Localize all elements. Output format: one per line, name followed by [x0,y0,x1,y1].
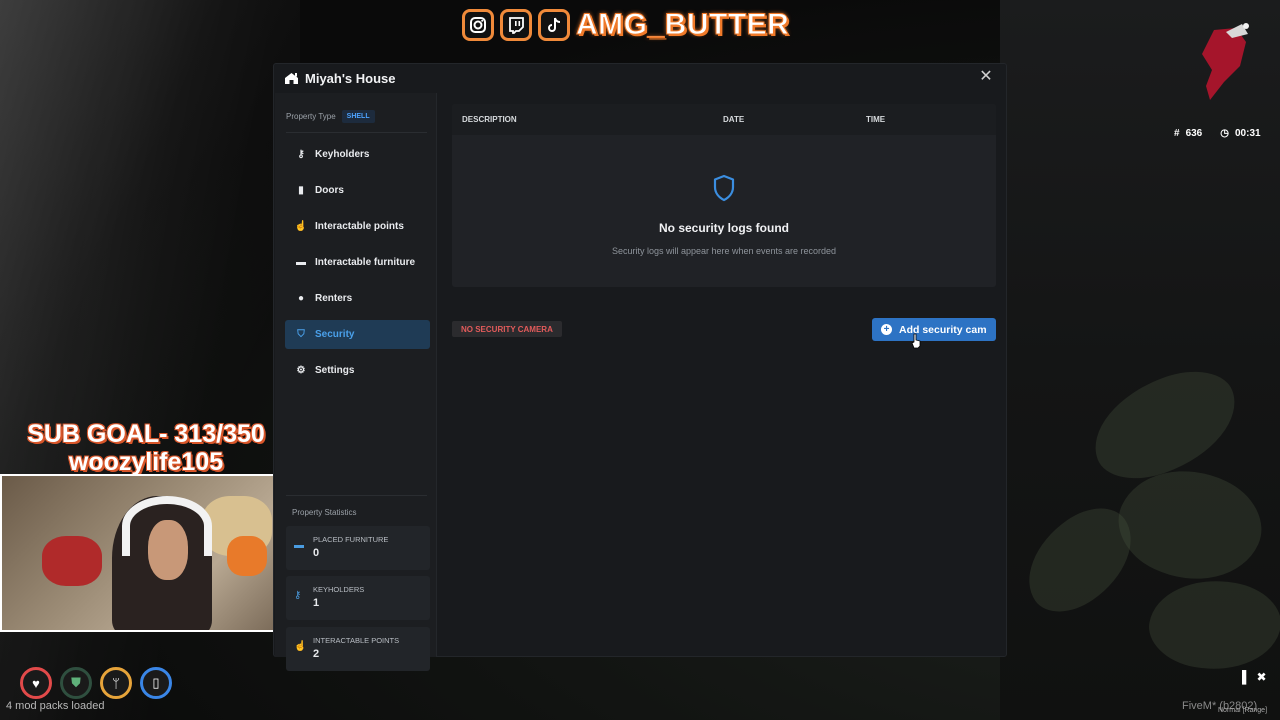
player-vitals: ♥ ⛊ ᛘ ▯ [20,667,172,699]
webcam-pillow [227,536,267,576]
property-type-badge: SHELL [341,110,375,123]
webcam-headset [122,496,212,556]
property-modal: Miyah's House ✕ Property Type SHELL ⚷ Ke… [273,63,1007,671]
column-header-time: TIME [866,115,886,124]
hand-pointer-icon: ☝ [294,221,308,232]
sidebar-divider [286,132,427,133]
twitch-icon [500,9,532,41]
stat-value: 1 [313,597,320,609]
fork-knife-icon: ᛘ [100,667,132,699]
stat-label: PLACED FURNITURE [313,535,389,544]
sidebar-item-label: Security [315,329,355,340]
stat-label: INTERACTABLE POINTS [313,636,400,645]
heart-icon: ♥ [20,667,52,699]
stat-placed-furniture: ▬ PLACED FURNITURE 0 [286,526,430,570]
column-header-description: DESCRIPTION [462,115,517,124]
property-sidebar: Property Type SHELL ⚷ Keyholders ▮ Doors… [275,93,437,671]
property-type-label: Property Type [286,112,336,121]
sidebar-item-interactable-points[interactable]: ☝ Interactable points [285,212,430,241]
close-icon[interactable]: ✕ [978,69,994,85]
sidebar-item-keyholders[interactable]: ⚷ Keyholders [285,140,430,169]
latest-subscriber: woozylife105 [68,448,224,476]
mic-muted-icon: ✖ [1256,670,1267,684]
stat-label: KEYHOLDERS [313,585,365,594]
couch-icon: ▬ [296,257,306,268]
empty-state-subtitle: Security logs will appear here when even… [611,246,837,256]
modal-title: Miyah's House [305,70,396,86]
hash-icon: # [1174,128,1180,139]
player-id-counter: #636 [1174,128,1202,139]
voice-mode: Normal [Range] [1218,707,1268,714]
plus-circle-icon: + [881,324,892,335]
sidebar-item-label: Renters [315,293,353,304]
social-handle: AMG_BUTTER [575,8,790,42]
mod-packs-status: 4 mod packs loaded [6,700,105,712]
clock-value: 00:31 [1234,128,1261,139]
sidebar-divider [286,495,427,496]
empty-state-title: No security logs found [658,221,789,235]
ornament-decoration [1196,20,1256,104]
hud-counters: #636 ◷ 00:31 [1174,128,1261,139]
house-icon [285,72,298,84]
sidebar-item-interactable-furniture[interactable]: ▬ Interactable furniture [285,248,430,277]
stat-value: 0 [313,547,320,559]
stat-value: 2 [313,648,320,660]
couch-icon: ▬ [294,540,304,551]
voice-bar-icon: ▌ [1242,670,1251,684]
player-id-value: 636 [1185,128,1203,139]
modal-header: Miyah's House [274,64,1006,92]
tiktok-icon [538,9,570,41]
shield-icon [713,174,735,202]
gear-icon: ⚙ [296,365,306,376]
stat-keyholders: ⚷ KEYHOLDERS 1 [286,576,430,620]
property-type: Property Type SHELL [286,110,375,123]
armor-shield-icon: ⛊ [60,667,92,699]
sidebar-item-label: Interactable points [315,221,404,232]
sidebar-item-label: Doors [315,185,344,196]
security-log-table: DESCRIPTION DATE TIME No security logs f… [452,104,996,287]
sidebar-item-label: Settings [315,365,355,376]
key-icon: ⚷ [297,149,305,160]
microphone-indicator: ▌ ✖ [1242,670,1267,684]
key-icon: ⚷ [294,590,302,601]
clock-icon: ◷ [1220,128,1229,139]
column-header-date: DATE [723,115,745,124]
sidebar-nav: ⚷ Keyholders ▮ Doors ☝ Interactable poin… [285,140,430,392]
property-statistics-title: Property Statistics [292,508,357,517]
shield-icon: ⛉ [297,329,305,340]
hand-pointer-icon: ☝ [294,641,307,652]
sidebar-item-renters[interactable]: ● Renters [285,284,430,313]
water-bottle-icon: ▯ [140,667,172,699]
sub-goal-overlay: SUB GOAL- 313/350 woozylife105 [16,420,276,476]
sidebar-item-label: Interactable furniture [315,257,416,268]
sidebar-item-doors[interactable]: ▮ Doors [285,176,430,205]
sub-goal-text: SUB GOAL- 313/350 [27,420,265,448]
door-icon: ▮ [298,185,304,196]
sidebar-item-settings[interactable]: ⚙ Settings [285,356,430,385]
webcam-feed [0,474,280,632]
add-security-cam-button[interactable]: + Add security cam [872,318,996,341]
stat-interactable-points: ☝ INTERACTABLE POINTS 2 [286,627,430,671]
table-header: DESCRIPTION DATE TIME [452,104,996,135]
instagram-icon [462,9,494,41]
sidebar-item-label: Keyholders [315,149,370,160]
mouse-cursor-icon [911,333,921,349]
user-icon: ● [297,293,305,304]
sidebar-item-security[interactable]: ⛉ Security [285,320,430,349]
webcam-pillow [42,536,102,586]
camera-status-badge: NO SECURITY CAMERA [452,321,562,337]
clock-counter: ◷ 00:31 [1220,128,1260,139]
social-banner: AMG_BUTTER [462,4,789,46]
